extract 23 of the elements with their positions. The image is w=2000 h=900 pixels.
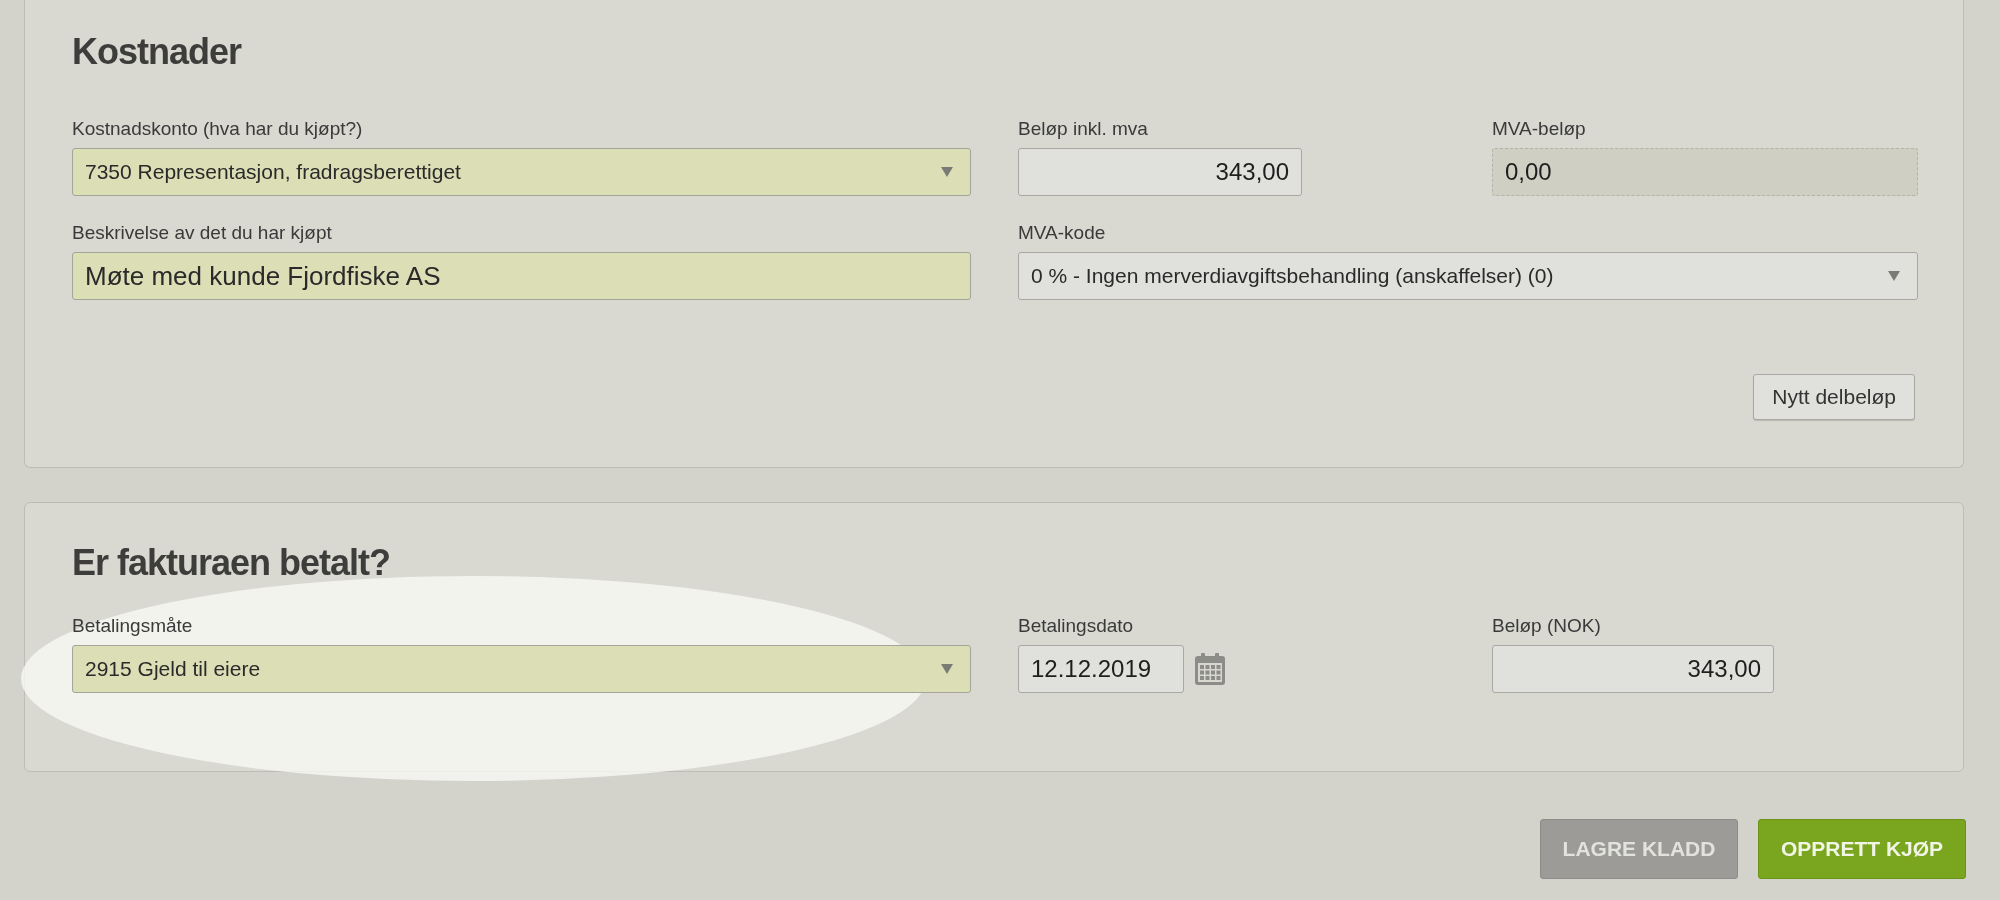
- dropdown[interactable]: 2915 Gjeld til eiere: [72, 645, 971, 693]
- field-label: MVA-kode: [1018, 222, 1107, 244]
- input-field[interactable]: 343,00: [1492, 645, 1774, 693]
- date-field[interactable]: 12.12.2019: [1018, 645, 1184, 693]
- caret-icon: [940, 663, 954, 675]
- section-title: Er fakturaen betalt?: [72, 541, 392, 585]
- new-partial-amount-button[interactable]: Nytt delbeløp: [1753, 374, 1915, 420]
- field-label: Betalingsmåte: [72, 615, 194, 637]
- calendar-icon[interactable]: [1194, 652, 1226, 686]
- input-field[interactable]: 343,00: [1018, 148, 1302, 196]
- caret-icon: [1887, 270, 1901, 282]
- field-label: Beløp (NOK): [1492, 615, 1602, 637]
- field-label: Kostnadskonto (hva har du kjøpt?): [72, 118, 364, 140]
- field-label: Betalingsdato: [1018, 615, 1135, 637]
- section-title: Kostnader: [72, 30, 243, 74]
- input-field: 0,00: [1492, 148, 1918, 196]
- field-label: Beskrivelse av det du har kjøpt: [72, 222, 333, 244]
- input-field[interactable]: Møte med kunde Fjordfiske AS: [72, 252, 971, 300]
- dropdown[interactable]: 0 % - Ingen merverdiavgiftsbehandling (anskaffelser) (0): [1018, 252, 1918, 300]
- caret-icon: [940, 166, 954, 178]
- dropdown[interactable]: 7350 Representasjon, fradragsberettiget: [72, 148, 971, 196]
- field-label: MVA-beløp: [1492, 118, 1587, 140]
- field-label: Beløp inkl. mva: [1018, 118, 1149, 140]
